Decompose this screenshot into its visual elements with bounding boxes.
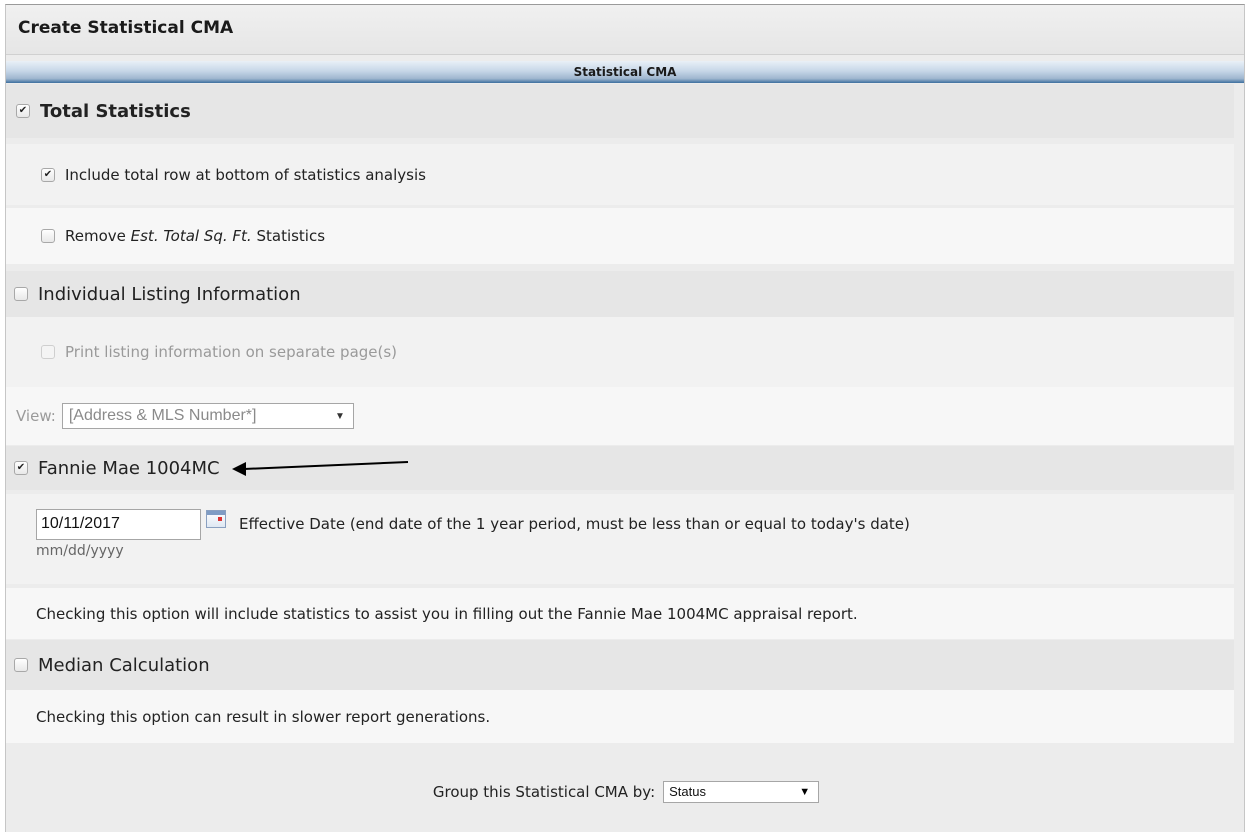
dialog-title: Create Statistical CMA <box>18 18 234 38</box>
fannie-mae-note-row: Checking this option will include statis… <box>6 588 1234 639</box>
date-format-hint: mm/dd/yyyy <box>36 543 124 559</box>
effective-date-description: Effective Date (end date of the 1 year p… <box>239 515 910 533</box>
median-row: Median Calculation <box>6 640 1234 690</box>
remove-sqft-italic: Est. Total Sq. Ft. <box>130 227 252 245</box>
section-header: Statistical CMA <box>6 61 1244 83</box>
dialog-title-bar: Create Statistical CMA <box>6 5 1244 55</box>
print-separate-label: Print listing information on separate pa… <box>65 343 398 361</box>
chevron-down-icon: ▼ <box>799 785 811 798</box>
view-row: View: [Address & MLS Number*] ▼ <box>6 387 1234 445</box>
include-total-row-label: Include total row at bottom of statistic… <box>65 165 426 184</box>
remove-sqft-suffix: Statistics <box>251 227 326 245</box>
individual-listing-checkbox[interactable] <box>14 287 28 301</box>
effective-date-row: 10/11/2017 mm/dd/yyyy Effective Date (en… <box>6 494 1234 584</box>
remove-sqft-prefix: Remove <box>65 227 131 245</box>
group-by-row: Group this Statistical CMA by: Status ▼ <box>6 750 1246 832</box>
remove-sqft-checkbox[interactable] <box>41 229 55 243</box>
date-column: 10/11/2017 mm/dd/yyyy <box>36 509 201 559</box>
view-select[interactable]: [Address & MLS Number*] ▼ <box>61 403 354 429</box>
include-total-row: Include total row at bottom of statistic… <box>6 144 1234 205</box>
effective-date-input[interactable]: 10/11/2017 <box>36 509 201 540</box>
individual-listing-row: Individual Listing Information <box>6 271 1234 317</box>
total-statistics-checkbox[interactable] <box>16 104 30 118</box>
remove-sqft-row: Remove Est. Total Sq. Ft. Statistics <box>6 208 1234 264</box>
view-select-value: [Address & MLS Number*] <box>68 407 257 424</box>
fannie-mae-note: Checking this option will include statis… <box>36 604 858 623</box>
remove-sqft-label: Remove Est. Total Sq. Ft. Statistics <box>65 227 325 245</box>
total-statistics-row: Total Statistics <box>6 84 1234 138</box>
group-by-label: Group this Statistical CMA by: <box>432 782 656 801</box>
median-checkbox[interactable] <box>14 658 28 672</box>
chevron-down-icon: ▼ <box>334 410 345 422</box>
fannie-mae-checkbox[interactable] <box>14 461 28 475</box>
include-total-row-checkbox[interactable] <box>41 167 55 182</box>
annotation-arrow-icon <box>231 461 408 476</box>
median-label: Median Calculation <box>38 654 210 676</box>
group-by-select[interactable]: Status ▼ <box>663 780 820 803</box>
fannie-mae-label: Fannie Mae 1004MC <box>38 457 220 479</box>
print-separate-row: Print listing information on separate pa… <box>6 317 1234 387</box>
median-note-row: Checking this option can result in slowe… <box>6 690 1234 743</box>
section-header-label: Statistical CMA <box>573 65 677 79</box>
fannie-mae-row: Fannie Mae 1004MC <box>6 446 1234 490</box>
view-label: View: <box>16 407 56 425</box>
individual-listing-label: Individual Listing Information <box>38 283 301 305</box>
print-separate-checkbox[interactable] <box>41 345 55 359</box>
median-note: Checking this option can result in slowe… <box>36 707 491 726</box>
calendar-icon[interactable] <box>206 510 226 528</box>
total-statistics-label: Total Statistics <box>40 100 191 122</box>
group-by-value: Status <box>669 784 706 799</box>
dialog-frame: Create Statistical CMA Statistical CMA T… <box>5 4 1245 832</box>
